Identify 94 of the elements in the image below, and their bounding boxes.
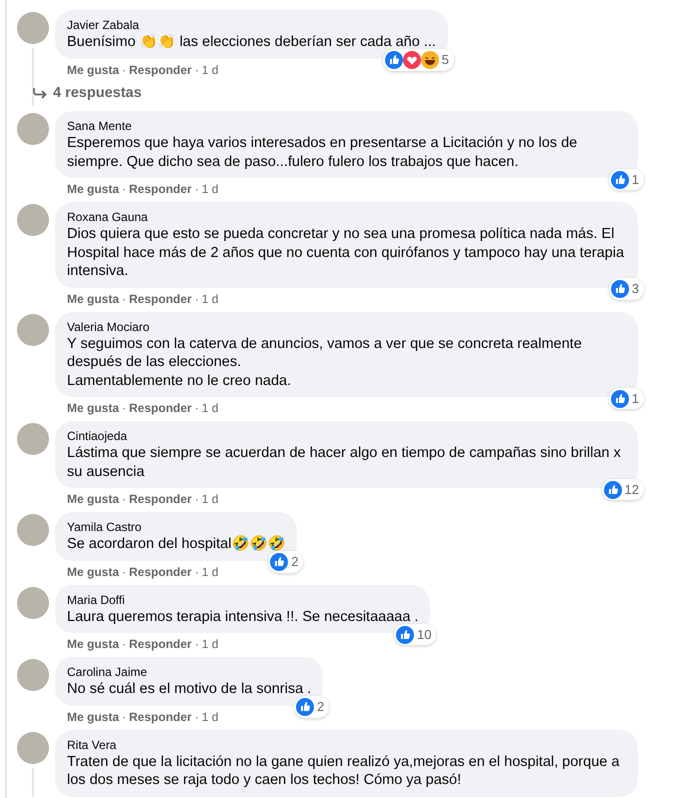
- author-name[interactable]: Valeria Mociaro: [67, 318, 626, 335]
- reaction-badge[interactable]: 1: [608, 388, 644, 410]
- timestamp[interactable]: 1 d: [202, 290, 218, 307]
- reply-link[interactable]: Responder: [129, 636, 192, 652]
- comment-text: Lástima que siempre se acuerdan de hacer algo en tiempo de campañas sino brillan x su ausencia: [67, 444, 622, 482]
- like-link[interactable]: Me gusta: [67, 62, 120, 78]
- avatar[interactable]: [17, 732, 49, 764]
- thumbs-up-icon: [296, 698, 314, 716]
- author-name[interactable]: Javier Zabala: [67, 17, 436, 33]
- reaction-count: 1: [632, 390, 640, 408]
- reaction-badge[interactable]: 2: [294, 696, 330, 718]
- reaction-badge[interactable]: 5: [382, 49, 454, 70]
- reaction-count: 1: [632, 170, 640, 189]
- avatar[interactable]: [17, 659, 49, 692]
- separator-dot: ·: [194, 564, 199, 580]
- reaction-badge[interactable]: 1: [608, 168, 644, 190]
- timestamp[interactable]: 1 d: [202, 491, 218, 508]
- thumbs-up-icon: [396, 626, 414, 644]
- thumbs-up-icon: [270, 553, 288, 571]
- comment-text: Esperemos que haya varios interesados en presentarse a Licitación y no los de siempre. Que dicho sea de paso...fulero fulero los trabajos que hacen.: [67, 134, 578, 172]
- separator-dot: ·: [122, 564, 126, 580]
- reply-link[interactable]: Responder: [129, 62, 192, 78]
- author-name[interactable]: Carolina Jaime: [67, 664, 312, 680]
- comment-text: Laura queremos terapia intensiva !!. Se necesitaaaaa .: [67, 608, 418, 626]
- reaction-count: 5: [442, 51, 450, 69]
- separator-dot: ·: [122, 491, 126, 508]
- comment-text: Traten de que la licitación no la gane quien realizó ya,mejoras en el hospital, porque a los dos meses se raja todo y caen los techos! Cómo ya pasó!: [67, 752, 620, 790]
- separator-dot: ·: [122, 181, 126, 198]
- reaction-count: 10: [416, 626, 432, 644]
- author-name[interactable]: Maria Doffi: [67, 592, 418, 608]
- separator-dot: ·: [122, 708, 126, 725]
- timestamp[interactable]: 1 d: [202, 62, 218, 78]
- reply-link[interactable]: Responder: [129, 400, 192, 416]
- like-link[interactable]: Me gusta: [67, 636, 120, 652]
- timestamp[interactable]: 1 d: [202, 564, 218, 580]
- comment-text: Dios quiera que esto se pueda concretar y no sea una promesa política nada más. El Hospital hace más de 2 años que no cuenta con quirófanos y tampoco hay una terapia intensiva.: [67, 225, 626, 281]
- comment-text: Buenísimo 👏👏 las elecciones deberían ser cada año ...: [67, 33, 436, 52]
- reaction-badge[interactable]: 3: [608, 278, 644, 300]
- like-link[interactable]: Me gusta: [67, 181, 120, 198]
- thumbs-up-icon: [604, 480, 622, 498]
- reply-arrow-icon: [33, 87, 47, 100]
- timestamp[interactable]: 1 d: [202, 400, 218, 416]
- author-name[interactable]: Cintiaojeda: [67, 428, 626, 444]
- reaction-count: 2: [316, 698, 326, 716]
- thumbs-up-icon: [610, 170, 629, 188]
- laughing-face-icon: [420, 50, 439, 69]
- separator-dot: ·: [194, 491, 199, 508]
- like-link[interactable]: Me gusta: [67, 708, 120, 725]
- separator-dot: ·: [194, 181, 199, 198]
- separator-dot: ·: [194, 708, 199, 725]
- timestamp[interactable]: 1 d: [202, 636, 218, 652]
- author-name[interactable]: Yamila Castro: [67, 519, 286, 536]
- thumbs-up-icon: [384, 50, 403, 69]
- avatar[interactable]: [17, 514, 49, 546]
- comment-text: Y seguimos con la caterva de anuncios, vamos a ver que se concreta realmente después de las elecciones. Lamentablemente no le creo nada.: [67, 334, 583, 390]
- separator-dot: ·: [194, 290, 199, 307]
- comment-text: No sé cuál es el motivo de la sonrisa .: [67, 680, 312, 699]
- separator-dot: ·: [122, 62, 126, 78]
- like-link[interactable]: Me gusta: [67, 290, 120, 307]
- thumbs-up-icon: [610, 280, 629, 298]
- separator-dot: ·: [122, 290, 126, 307]
- reaction-count: 3: [632, 280, 640, 298]
- avatar[interactable]: [17, 423, 49, 456]
- author-name[interactable]: Roxana Gauna: [67, 209, 626, 226]
- separator-dot: ·: [194, 400, 199, 416]
- thumbs-up-icon: [610, 390, 629, 408]
- reaction-count: 2: [291, 553, 300, 572]
- avatar[interactable]: [17, 314, 49, 346]
- avatar[interactable]: [17, 586, 49, 619]
- timestamp[interactable]: 1 d: [202, 708, 218, 725]
- separator-dot: ·: [122, 636, 126, 652]
- like-link[interactable]: Me gusta: [67, 491, 120, 508]
- reaction-badge[interactable]: 10: [394, 624, 436, 646]
- reply-link[interactable]: Responder: [129, 491, 192, 508]
- author-name[interactable]: Sana Mente: [67, 118, 626, 134]
- separator-dot: ·: [122, 400, 126, 416]
- reply-link[interactable]: Responder: [129, 181, 192, 198]
- reaction-count: 12: [624, 480, 640, 499]
- like-link[interactable]: Me gusta: [67, 564, 120, 580]
- reaction-badge[interactable]: 12: [602, 478, 644, 500]
- reply-link[interactable]: Responder: [129, 708, 192, 725]
- view-replies-link[interactable]: 4 respuestas: [33, 82, 448, 104]
- separator-dot: ·: [194, 636, 199, 652]
- reply-link[interactable]: Responder: [129, 564, 192, 580]
- avatar[interactable]: [17, 204, 49, 236]
- avatar[interactable]: [17, 12, 49, 44]
- avatar[interactable]: [17, 113, 49, 146]
- reaction-badge[interactable]: 2: [268, 551, 304, 573]
- separator-dot: ·: [194, 62, 199, 78]
- timestamp[interactable]: 1 d: [202, 181, 218, 198]
- like-link[interactable]: Me gusta: [67, 400, 120, 416]
- reply-link[interactable]: Responder: [129, 290, 192, 307]
- comment-text: Se acordaron del hospital🤣🤣🤣: [67, 535, 286, 554]
- author-name[interactable]: Rita Vera: [67, 736, 626, 753]
